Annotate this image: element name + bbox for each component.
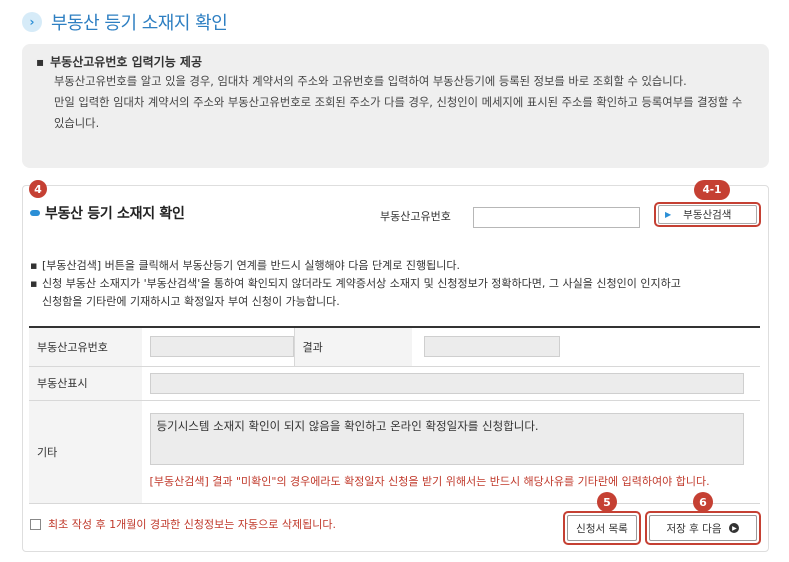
arrow-right-icon: ▶ (665, 210, 672, 219)
registry-table: 부동산고유번호 결과 부동산표시 기타 등기시스템 소재지 확인이 되지 않음을… (29, 328, 760, 504)
application-list-label: 신청서 목록 (576, 522, 628, 535)
note-1-text: [부동산검색] 버튼을 클릭해서 부동산등기 연계를 반드시 실행해야 다음 단… (42, 259, 460, 272)
table-row: 부동산고유번호 결과 (29, 328, 760, 367)
table-row: 부동산표시 (29, 366, 760, 401)
save-next-button[interactable]: 저장 후 다음 ▶ (649, 515, 757, 541)
note-2-text: 신청 부동산 소재지가 '부동산검색'을 통하여 확인되지 않더라도 계약증서상… (42, 277, 681, 290)
checkbox-icon[interactable] (30, 518, 41, 530)
result-readonly-field (424, 336, 561, 358)
note-2-continued: 신청함을 기타란에 기재하시고 확정일자 부여 신청이 가능합니다. (42, 295, 340, 308)
application-list-button[interactable]: 신청서 목록 (567, 515, 637, 541)
table-row: 기타 등기시스템 소재지 확인이 되지 않음을 확인하고 온라인 확정일자를 신… (29, 400, 760, 504)
result-label: 결과 (293, 328, 413, 367)
page-title: 부동산 등기 소재지 확인 (51, 13, 228, 34)
notes: ▪ [부동산검색] 버튼을 클릭해서 부동산등기 연계를 반드시 실행해야 다음… (30, 257, 760, 311)
display-readonly-field (149, 372, 744, 394)
uid-label: 부동산고유번호 (380, 210, 451, 223)
section-bullet-icon (30, 210, 40, 216)
save-next-label: 저장 후 다음 (666, 522, 722, 535)
auto-delete-notice: 최초 작성 후 1개월이 경과한 신청정보는 자동으로 삭제됩니다. (48, 518, 336, 531)
step-badge-6: 6 (693, 492, 713, 512)
auto-delete-row: 최초 작성 후 1개월이 경과한 신청정보는 자동으로 삭제됩니다. (30, 516, 336, 532)
step-badge-4-1: 4-1 (694, 180, 730, 200)
info-heading: 부동산고유번호 입력기능 제공 (50, 55, 203, 69)
step-badge-4: 4 (29, 180, 47, 198)
bullet: ▪ (36, 55, 45, 69)
uid-row-label: 부동산고유번호 (29, 328, 142, 367)
uid-input[interactable] (473, 207, 640, 228)
property-search-button[interactable]: ▶ 부동산검색 (658, 205, 757, 224)
note-1: ▪ [부동산검색] 버튼을 클릭해서 부동산등기 연계를 반드시 실행해야 다음… (30, 257, 760, 275)
bullet: ▪ (30, 259, 38, 272)
property-search-label: 부동산검색 (683, 209, 732, 221)
uid-readonly-field (149, 336, 294, 358)
info-box: ▪ 부동산고유번호 입력기능 제공 부동산고유번호를 알고 있을 경우, 임대차… (22, 44, 769, 168)
bullet: ▪ (30, 277, 38, 290)
chevron-right-icon: › (22, 12, 42, 32)
info-paragraph-2: 만일 입력한 임대차 계약서의 주소와 부동산고유번호로 조회된 주소가 다를 … (54, 96, 743, 130)
circle-arrow-icon: ▶ (729, 523, 740, 533)
etc-warning: [부동산검색] 결과 "미확인"의 경우에라도 확정일자 신청을 받기 위해서는… (149, 475, 710, 488)
etc-row-label: 기타 (29, 400, 142, 504)
etc-textarea[interactable]: 등기시스템 소재지 확인이 되지 않음을 확인하고 온라인 확정일자를 신청합니… (149, 413, 744, 465)
section-title: 부동산 등기 소재지 확인 (30, 203, 185, 223)
note-2: ▪ 신청 부동산 소재지가 '부동산검색'을 통하여 확인되지 않더라도 계약증… (30, 275, 760, 293)
info-paragraph-1: 부동산고유번호를 알고 있을 경우, 임대차 계약서의 주소와 고유번호를 입력… (54, 75, 687, 88)
page-header: › 부동산 등기 소재지 확인 (22, 8, 228, 36)
step-badge-5: 5 (597, 492, 617, 512)
display-row-label: 부동산표시 (29, 366, 142, 401)
section-title-text: 부동산 등기 소재지 확인 (45, 206, 185, 222)
